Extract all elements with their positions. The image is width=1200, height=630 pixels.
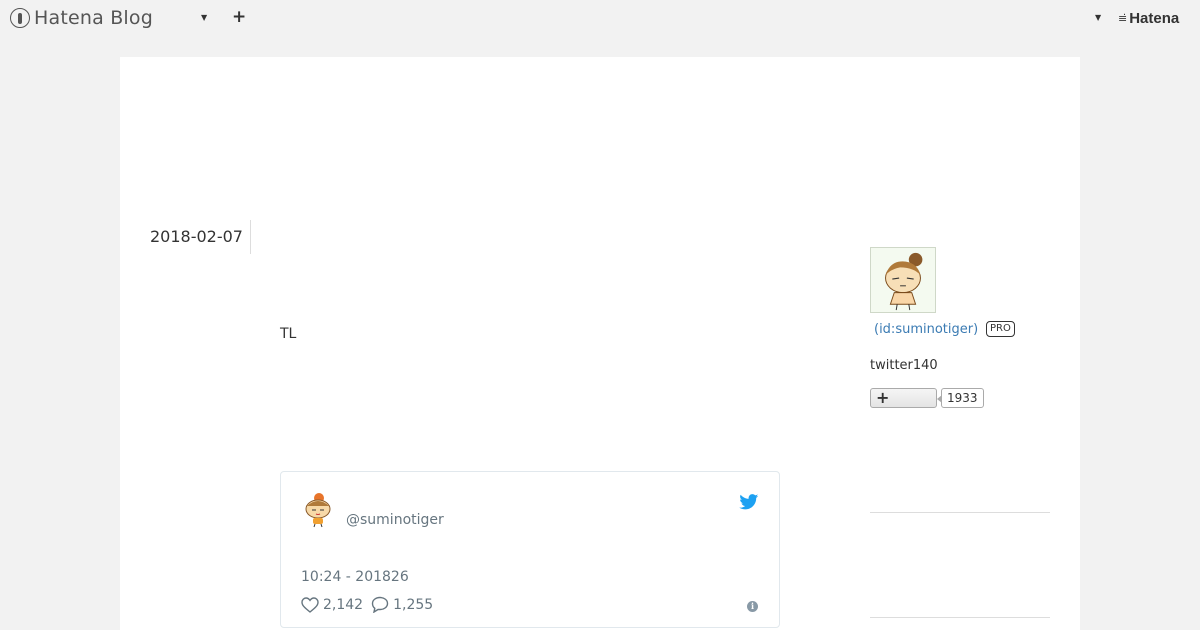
- likes-count: 2,142: [323, 596, 364, 613]
- tweet-stats: 2,142 1,255: [301, 596, 441, 613]
- logo-text: Hatena Blog: [34, 7, 153, 29]
- pro-badge[interactable]: PRO: [986, 321, 1015, 337]
- hatena-blog-icon: [10, 8, 30, 28]
- profile-id-link[interactable]: (id:suminotiger): [874, 322, 978, 337]
- new-post-button[interactable]: +: [232, 7, 246, 27]
- profile-description: twitter140: [870, 358, 938, 373]
- content-panel: 2018-02-07 TL @suminotiger 10:24 - 20182…: [120, 57, 1080, 630]
- entry-date[interactable]: 2018-02-07: [150, 227, 243, 246]
- reply-bubble-icon: [371, 596, 389, 613]
- tweet-handle[interactable]: @suminotiger: [346, 512, 444, 528]
- hatena-mark-icon: ≡̇: [1118, 12, 1127, 25]
- profile-avatar[interactable]: [870, 247, 936, 313]
- hatena-brand-link[interactable]: ≡̇ Hatena: [1118, 10, 1179, 27]
- date-divider: [250, 220, 251, 254]
- entry-body-text: TL: [280, 326, 297, 342]
- sidebar-divider: [870, 512, 1050, 513]
- global-header: Hatena Blog ▼ + ▼ ≡̇ Hatena: [0, 0, 1200, 38]
- subscribe-button[interactable]: +: [870, 388, 937, 408]
- hatena-blog-logo[interactable]: Hatena Blog: [10, 7, 153, 29]
- tweet-likes[interactable]: 2,142: [301, 597, 363, 613]
- heart-icon: [301, 596, 319, 613]
- plus-icon: +: [876, 388, 890, 407]
- subscriber-count[interactable]: 1933: [937, 388, 984, 408]
- replies-count: 1,255: [393, 596, 434, 613]
- blog-menu-caret-icon[interactable]: ▼: [201, 13, 207, 22]
- user-menu-caret-icon[interactable]: ▼: [1095, 13, 1101, 22]
- tweet-replies[interactable]: 1,255: [371, 596, 433, 613]
- tweet-timestamp[interactable]: 10:24 - 201826: [301, 569, 409, 585]
- embedded-tweet[interactable]: @suminotiger 10:24 - 201826 2,142 1,255 …: [280, 471, 780, 628]
- tweet-avatar[interactable]: [302, 492, 336, 528]
- info-icon[interactable]: i: [747, 601, 758, 612]
- sidebar-divider: [870, 617, 1050, 618]
- hatena-brand-text: Hatena: [1129, 10, 1180, 27]
- twitter-bird-icon[interactable]: [739, 494, 759, 510]
